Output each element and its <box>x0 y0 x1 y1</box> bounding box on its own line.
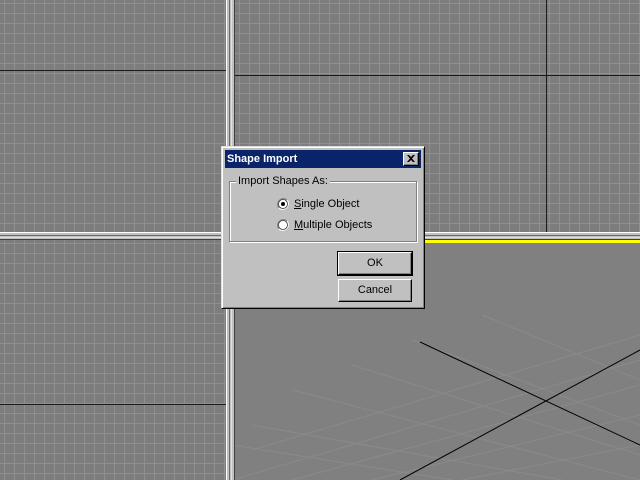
close-button[interactable] <box>403 152 419 166</box>
viewport-axis-horizontal <box>235 75 640 76</box>
application-workspace: Shape Import Import Shapes As: Single Ob… <box>0 0 640 480</box>
viewport-bottom-left[interactable] <box>0 240 226 480</box>
close-icon <box>407 155 415 162</box>
cancel-button[interactable]: Cancel <box>338 279 412 302</box>
dialog-title: Shape Import <box>227 153 298 165</box>
group-label: Import Shapes As: <box>236 174 330 188</box>
shape-import-dialog: Shape Import Import Shapes As: Single Ob… <box>221 146 425 309</box>
radio-multiple-objects-label: Multiple Objects <box>294 219 373 231</box>
viewport-axis-horizontal <box>0 404 226 405</box>
radio-single-object-label: Single Object <box>294 198 360 210</box>
viewport-axis-horizontal <box>0 70 226 71</box>
import-shapes-group: Import Shapes As: Single Object Multiple… <box>229 174 417 242</box>
radio-unselected-icon[interactable] <box>277 219 289 231</box>
dialog-titlebar[interactable]: Shape Import <box>225 150 421 168</box>
radio-selected-icon[interactable] <box>277 198 289 210</box>
viewport-axis-vertical <box>546 0 547 232</box>
viewport-top-left[interactable] <box>0 0 226 232</box>
ok-button[interactable]: OK <box>337 251 413 276</box>
